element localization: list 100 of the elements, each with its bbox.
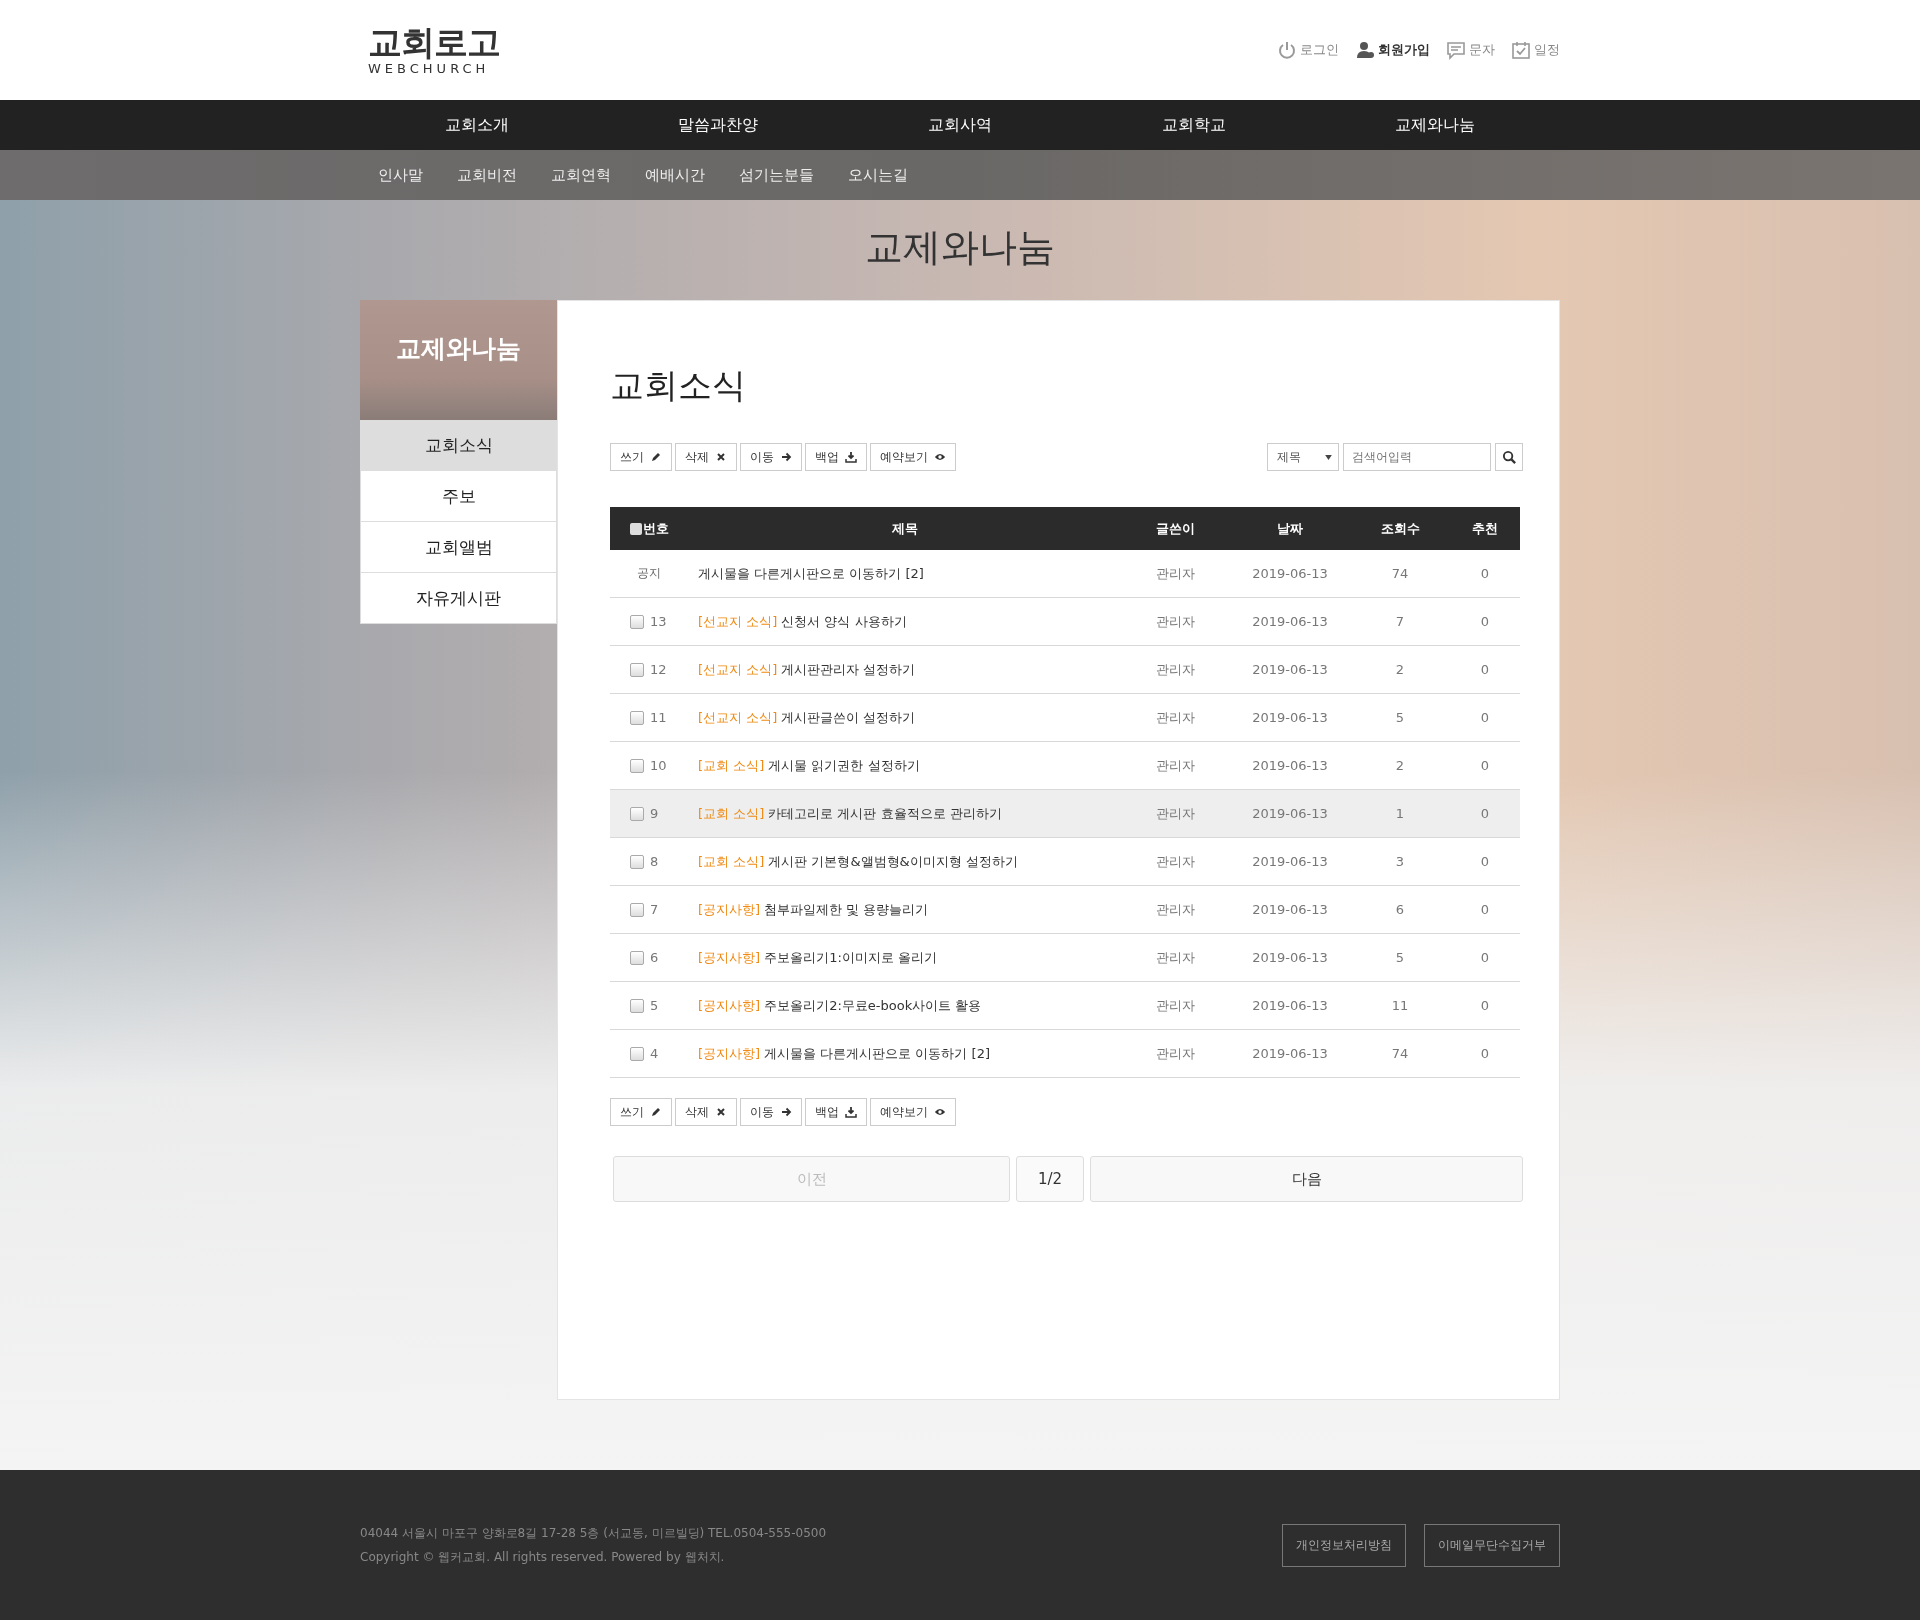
post-number: 13 (650, 614, 667, 629)
main-nav-item[interactable]: 교제와나눔 (1395, 114, 1476, 136)
checkbox[interactable] (630, 950, 644, 965)
checkbox[interactable] (630, 902, 644, 917)
sub-nav-item[interactable]: 인사말 (378, 165, 423, 185)
column-header: 날짜 (1276, 519, 1304, 538)
logo-title[interactable]: 교회로고 (368, 24, 500, 59)
eye-icon (934, 1106, 946, 1118)
footer-address: 04044 서울시 마포구 양화로8길 17-28 5층 (서교동, 미르빌딩) TEL.0504-555-0500 (360, 1525, 827, 1542)
footer-copyright: Copyright © 웹커교회. All rights reserved. Powered by 웹처치. (360, 1549, 726, 1566)
post-title-link[interactable]: 게시물을 다른게시판으로 이동하기 [2] (698, 564, 924, 583)
toolbar-button[interactable]: 삭제 (675, 1098, 737, 1126)
header-link[interactable]: 일정 (1511, 40, 1560, 60)
sidebar-item[interactable]: 교회소식 (360, 420, 557, 471)
main-nav-item[interactable]: 말씀과찬양 (678, 114, 759, 136)
table-row[interactable]: 11 [선교지 소식] 게시판글쓴이 설정하기 관리자 2019-06-13 5 0 (610, 694, 1520, 742)
header-link[interactable]: 문자 (1446, 40, 1495, 60)
toolbar-button[interactable]: 이동 (740, 443, 802, 471)
post-title-link[interactable]: 신청서 양식 사용하기 (781, 612, 907, 631)
table-row[interactable]: 9 [교회 소식] 카테고리로 게시판 효율적으로 관리하기 관리자 2019-06-13 1 0 (610, 790, 1520, 838)
checkbox[interactable] (630, 522, 642, 535)
table-row[interactable]: 6 [공지사항] 주보올리기1:이미지로 올리기 관리자 2019-06-13 5 0 (610, 934, 1520, 982)
toolbar-button[interactable]: 이동 (740, 1098, 802, 1126)
toolbar-button[interactable]: 쓰기 (610, 1098, 672, 1126)
table-row[interactable]: 5 [공지사항] 주보올리기2:무료e-book사이트 활용 관리자 2019-06-13 11 0 (610, 982, 1520, 1030)
post-number: 6 (650, 950, 659, 965)
post-title-link[interactable]: 주보올리기2:무료e-book사이트 활용 (764, 996, 982, 1015)
next-button[interactable]: 다음 (1090, 1156, 1523, 1202)
likes-cell-text: 0 (1479, 1046, 1491, 1061)
main-nav-item[interactable]: 교회소개 (444, 114, 509, 136)
post-title-link[interactable]: 게시물을 다른게시판으로 이동하기 [2] (764, 1044, 990, 1063)
main-nav-item[interactable]: 교회사역 (928, 114, 992, 136)
search-button[interactable] (1495, 443, 1523, 471)
sub-nav-item[interactable]: 오시는길 (848, 165, 908, 185)
table-row[interactable]: 공지 게시물을 다른게시판으로 이동하기 [2] 관리자 2019-06-13 74 0 (610, 550, 1520, 598)
post-number: 9 (650, 806, 659, 821)
post-number: 12 (650, 662, 667, 677)
toolbar-button[interactable]: 삭제 (675, 443, 737, 471)
author-cell-text: 관리자 (1154, 564, 1196, 583)
checkbox[interactable] (630, 662, 644, 677)
author-cell-text: 관리자 (1154, 1044, 1196, 1063)
author-cell-text: 관리자 (1154, 612, 1196, 631)
table-row[interactable]: 8 [교회 소식] 게시판 기본형&앨범형&이미지형 설정하기 관리자 2019-06-13 3 0 (610, 838, 1520, 886)
post-number: 5 (650, 998, 659, 1013)
column-header: 추천 (1471, 519, 1499, 538)
author-cell-text: 관리자 (1154, 948, 1196, 967)
search-icon (1501, 449, 1517, 465)
views-cell-text: 74 (1390, 1046, 1410, 1061)
views-cell-text: 1 (1394, 806, 1406, 821)
post-title-link[interactable]: 첨부파일제한 및 용량늘리기 (764, 900, 929, 919)
table-row[interactable]: 13 [선교지 소식] 신청서 양식 사용하기 관리자 2019-06-13 7 0 (610, 598, 1520, 646)
sidebar-item[interactable]: 교회앨범 (360, 522, 557, 573)
post-title-link[interactable]: 게시물 읽기권한 설정하기 (768, 756, 920, 775)
checkbox[interactable] (630, 614, 644, 629)
footer-link[interactable]: 이메일무단수집거부 (1424, 1523, 1560, 1567)
toolbar-button[interactable]: 예약보기 (870, 443, 956, 471)
search-field-select[interactable]: 제목 (1267, 443, 1339, 471)
table-row[interactable]: 12 [선교지 소식] 게시판관리자 설정하기 관리자 2019-06-13 2 0 (610, 646, 1520, 694)
post-title-link[interactable]: 게시판관리자 설정하기 (781, 660, 916, 679)
footer-link[interactable]: 개인정보처리방침 (1282, 1523, 1406, 1567)
header-link[interactable]: 로그인 (1277, 40, 1339, 60)
calendar-check-icon (1511, 40, 1531, 60)
likes-cell-text: 0 (1479, 566, 1491, 581)
power-icon (1277, 40, 1297, 60)
sidebar-item[interactable]: 주보 (360, 471, 557, 522)
date-cell-text: 2019-06-13 (1251, 998, 1329, 1013)
toolbar-button[interactable]: 백업 (805, 443, 867, 471)
board-title: 교회소식 (610, 364, 747, 407)
post-title-link[interactable]: 카테고리로 게시판 효율적으로 관리하기 (768, 804, 1002, 823)
views-cell-text: 11 (1390, 998, 1410, 1013)
post-title-link[interactable]: 주보올리기1:이미지로 올리기 (764, 948, 937, 967)
checkbox[interactable] (630, 758, 644, 773)
toolbar-button[interactable]: 백업 (805, 1098, 867, 1126)
checkbox[interactable] (630, 710, 644, 725)
toolbar-button[interactable]: 쓰기 (610, 443, 672, 471)
post-number: 7 (650, 902, 659, 917)
download-icon (845, 451, 857, 463)
views-cell-text: 2 (1394, 758, 1406, 773)
checkbox[interactable] (630, 806, 644, 821)
post-number: 10 (650, 758, 667, 773)
table-row[interactable]: 4 [공지사항] 게시물을 다른게시판으로 이동하기 [2] 관리자 2019-06-13 74 0 (610, 1030, 1520, 1078)
views-cell-text: 6 (1394, 902, 1406, 917)
post-title-link[interactable]: 게시판글쓴이 설정하기 (781, 708, 916, 727)
checkbox[interactable] (630, 1046, 644, 1061)
checkbox[interactable] (630, 998, 644, 1013)
sidebar-item[interactable]: 자유게시판 (360, 573, 557, 624)
checkbox[interactable] (630, 854, 644, 869)
likes-cell-text: 0 (1479, 854, 1491, 869)
sub-nav-item[interactable]: 교회연혁 (551, 165, 611, 185)
sub-nav-item[interactable]: 섬기는분들 (739, 165, 814, 185)
post-number: 8 (650, 854, 659, 869)
sub-nav-item[interactable]: 교회비전 (457, 165, 517, 185)
header-link[interactable]: 회원가입 (1355, 40, 1430, 60)
table-row[interactable]: 7 [공지사항] 첨부파일제한 및 용량늘리기 관리자 2019-06-13 6 0 (610, 886, 1520, 934)
toolbar-button[interactable]: 예약보기 (870, 1098, 956, 1126)
search-input[interactable]: 검색어입력 (1343, 443, 1491, 471)
date-cell-text: 2019-06-13 (1251, 854, 1329, 869)
sub-nav-item[interactable]: 예배시간 (645, 165, 705, 185)
post-title-link[interactable]: 게시판 기본형&앨범형&이미지형 설정하기 (768, 852, 1018, 871)
main-nav-item[interactable]: 교회학교 (1161, 114, 1226, 136)
